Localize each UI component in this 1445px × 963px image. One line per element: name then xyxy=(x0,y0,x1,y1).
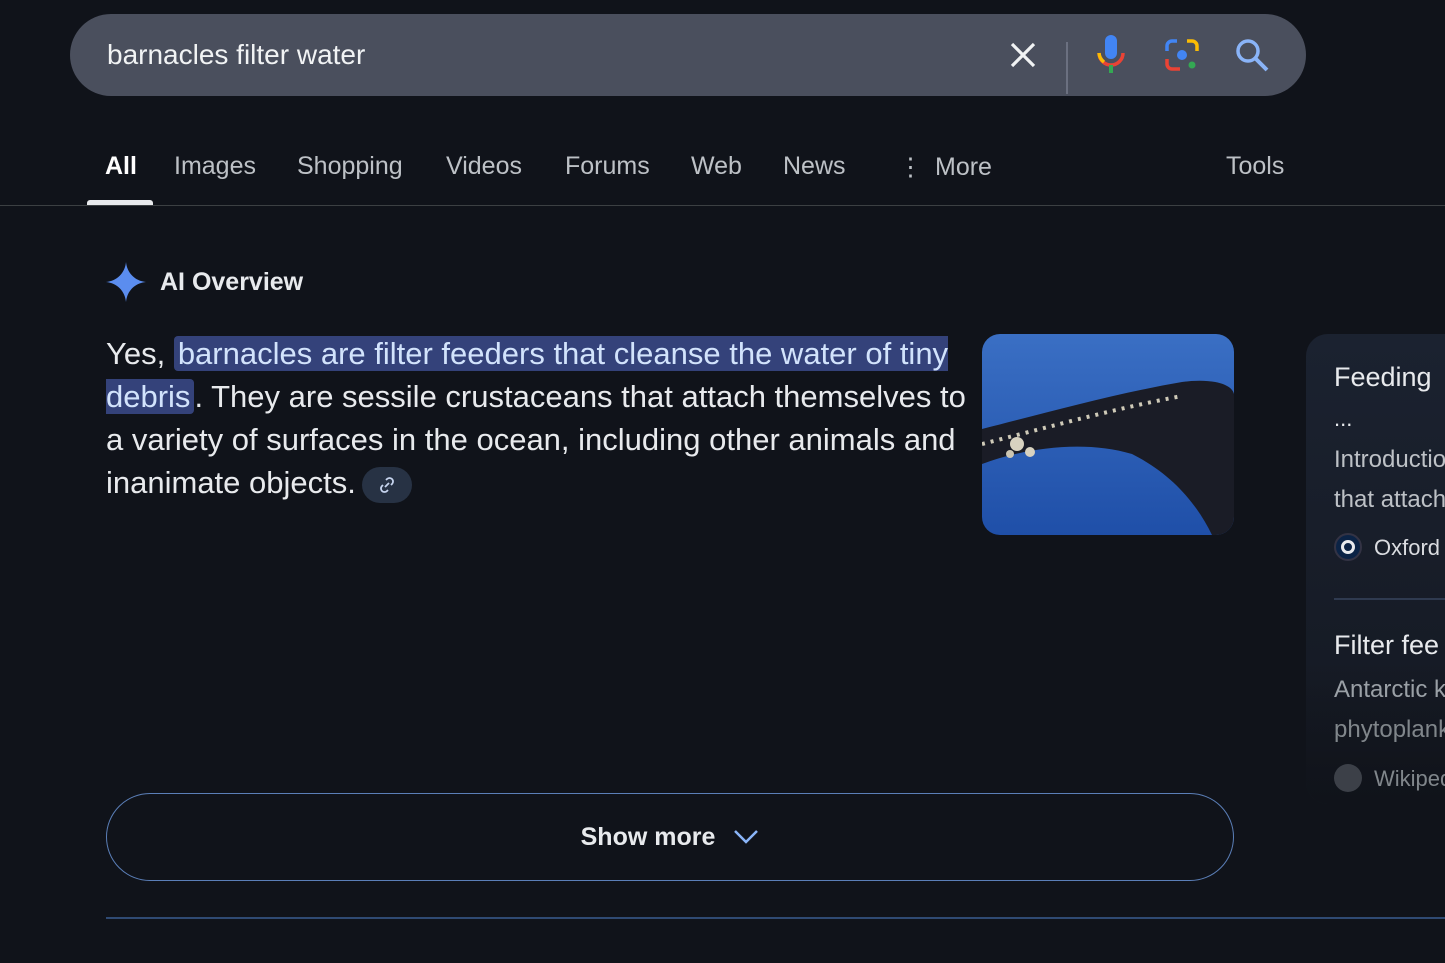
source-title: Filter fee xyxy=(1334,630,1440,660)
show-more-button[interactable]: Show more xyxy=(106,793,1234,881)
source-snippet: phytoplank xyxy=(1334,716,1445,743)
answer-rest: . They are sessile crustaceans that atta… xyxy=(106,379,966,500)
divider xyxy=(1334,598,1445,600)
gemini-sparkle-icon xyxy=(106,262,146,302)
source-snippet: Antarctic k xyxy=(1334,676,1445,703)
source-site: Oxford xyxy=(1374,535,1441,560)
more-vert-icon: ⋮ xyxy=(898,153,923,181)
answer-prefix: Yes, xyxy=(106,336,174,371)
tab-all[interactable]: All xyxy=(105,152,137,181)
google-lens-icon[interactable] xyxy=(1161,34,1203,76)
tab-shopping[interactable]: Shopping xyxy=(297,152,403,181)
source-site: Wikiped xyxy=(1374,766,1445,791)
active-tab-indicator xyxy=(87,200,153,205)
ai-overview-header: AI Overview xyxy=(106,262,303,302)
ai-overview-answer: Yes, barnacles are filter feeders that c… xyxy=(106,332,966,504)
chevron-down-icon xyxy=(734,830,759,844)
search-icon[interactable] xyxy=(1231,34,1273,76)
tab-more-label: More xyxy=(935,153,992,181)
sources-panel: Feeding ... Introductio that attach Oxfo… xyxy=(1306,334,1445,804)
tab-web[interactable]: Web xyxy=(691,152,742,181)
show-more-label: Show more xyxy=(580,822,716,851)
oxford-favicon-icon xyxy=(1334,533,1362,561)
tab-images[interactable]: Images xyxy=(174,152,256,181)
close-icon[interactable] xyxy=(1002,34,1044,76)
wikipedia-favicon-icon xyxy=(1334,764,1362,792)
search-tabs: All Images Shopping Videos Forums Web Ne… xyxy=(0,130,1445,206)
tab-videos[interactable]: Videos xyxy=(446,152,522,181)
divider xyxy=(106,917,1445,919)
tab-news[interactable]: News xyxy=(783,152,846,181)
link-icon xyxy=(379,476,394,493)
barnacles-whale-image[interactable] xyxy=(982,334,1234,535)
source-link-button[interactable] xyxy=(361,466,412,503)
source-snippet: Introductio xyxy=(1334,446,1445,473)
divider xyxy=(1066,42,1068,94)
search-input[interactable] xyxy=(107,14,987,96)
microphone-icon[interactable] xyxy=(1090,34,1132,76)
tab-forums[interactable]: Forums xyxy=(565,152,650,181)
ai-overview-title: AI Overview xyxy=(160,267,304,296)
tab-more[interactable]: ⋮ More xyxy=(898,152,992,182)
search-bar xyxy=(70,14,1306,96)
source-snippet: that attach xyxy=(1334,486,1445,513)
source-title-ellipsis: ... xyxy=(1334,406,1353,431)
tools-button[interactable]: Tools xyxy=(1226,152,1284,181)
source-title: Feeding xyxy=(1334,362,1432,392)
